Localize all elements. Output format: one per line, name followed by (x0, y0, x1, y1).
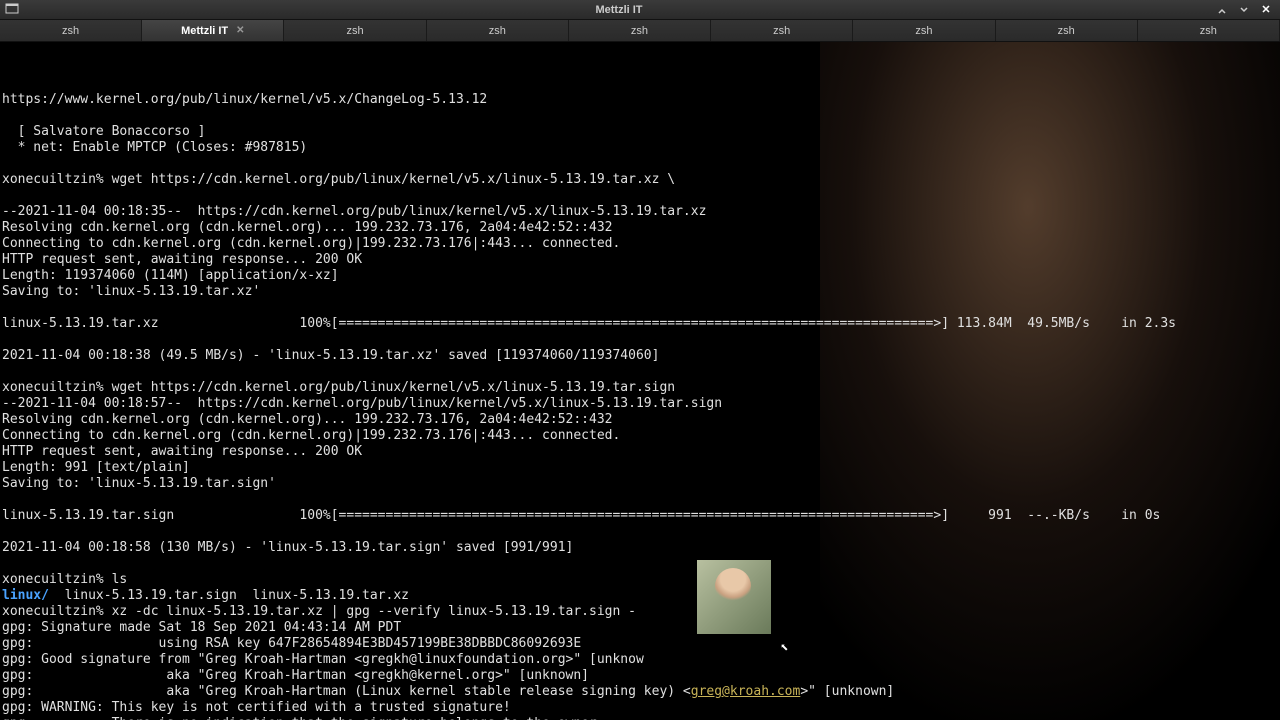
tab-zsh-6[interactable]: zsh (853, 20, 995, 41)
terminal-line: Saving to: 'linux-5.13.19.tar.xz' (2, 284, 1278, 300)
terminal-line: xonecuiltzin% wget https://cdn.kernel.or… (2, 172, 1278, 188)
terminal-line: 2021-11-04 00:18:38 (49.5 MB/s) - 'linux… (2, 348, 1278, 364)
tab-zsh-5[interactable]: zsh (711, 20, 853, 41)
terminal-line (2, 108, 1278, 124)
terminal-line: gpg: aka "Greg Kroah-Hartman (Linux kern… (2, 684, 1278, 700)
terminal-line: gpg: WARNING: This key is not certified … (2, 700, 1278, 716)
terminal-line (2, 332, 1278, 348)
terminal-line: Length: 119374060 (114M) [application/x-… (2, 268, 1278, 284)
tab-zsh-7[interactable]: zsh (996, 20, 1138, 41)
terminal-line: xonecuiltzin% wget https://cdn.kernel.or… (2, 380, 1278, 396)
terminal-line: Resolving cdn.kernel.org (cdn.kernel.org… (2, 220, 1278, 236)
tab-close-icon[interactable]: ✕ (236, 25, 244, 36)
terminal-line: --2021-11-04 00:18:35-- https://cdn.kern… (2, 204, 1278, 220)
titlebar: Mettzli IT ✕ (0, 0, 1280, 20)
close-button[interactable]: ✕ (1258, 3, 1274, 17)
maximize-button[interactable] (1236, 3, 1252, 17)
terminal-line (2, 156, 1278, 172)
terminal-line (2, 524, 1278, 540)
terminal-line: https://www.kernel.org/pub/linux/kernel/… (2, 92, 1278, 108)
tab-zsh-2[interactable]: zsh (284, 20, 426, 41)
terminal-line: gpg: There is no indication that the sig… (2, 716, 1278, 720)
terminal-line: Length: 991 [text/plain] (2, 460, 1278, 476)
terminal-line: xonecuiltzin% xz -dc linux-5.13.19.tar.x… (2, 604, 1278, 620)
minimize-button[interactable] (1214, 3, 1230, 17)
terminal-line: HTTP request sent, awaiting response... … (2, 444, 1278, 460)
tab-active[interactable]: Mettzli IT✕ (142, 20, 284, 41)
terminal-line (2, 364, 1278, 380)
terminal-line: * net: Enable MPTCP (Closes: #987815) (2, 140, 1278, 156)
terminal-line: Connecting to cdn.kernel.org (cdn.kernel… (2, 236, 1278, 252)
tab-zsh-0[interactable]: zsh (0, 20, 142, 41)
terminal-line: gpg: Good signature from "Greg Kroah-Har… (2, 652, 1278, 668)
app-icon (0, 2, 24, 17)
terminal-line: Connecting to cdn.kernel.org (cdn.kernel… (2, 428, 1278, 444)
terminal-line: linux/ linux-5.13.19.tar.sign linux-5.13… (2, 588, 1278, 604)
terminal-line (2, 300, 1278, 316)
window-title: Mettzli IT (24, 4, 1214, 16)
photo-thumbnail (695, 558, 773, 636)
terminal-line (2, 492, 1278, 508)
terminal-line: gpg: using RSA key 647F28654894E3BD45719… (2, 636, 1278, 652)
terminal-viewport[interactable]: https://www.kernel.org/pub/linux/kernel/… (0, 42, 1280, 720)
terminal-line: linux-5.13.19.tar.sign 100%[============… (2, 508, 1278, 524)
terminal-line: --2021-11-04 00:18:57-- https://cdn.kern… (2, 396, 1278, 412)
tab-zsh-3[interactable]: zsh (427, 20, 569, 41)
terminal-line: 2021-11-04 00:18:58 (130 MB/s) - 'linux-… (2, 540, 1278, 556)
terminal-line: gpg: aka "Greg Kroah-Hartman <gregkh@ker… (2, 668, 1278, 684)
terminal-line (2, 556, 1278, 572)
terminal-line: linux-5.13.19.tar.xz 100%[==============… (2, 316, 1278, 332)
terminal-line: HTTP request sent, awaiting response... … (2, 252, 1278, 268)
tab-zsh-4[interactable]: zsh (569, 20, 711, 41)
terminal-line (2, 188, 1278, 204)
tab-bar: zsh Mettzli IT✕ zsh zsh zsh zsh zsh zsh … (0, 20, 1280, 42)
terminal-line: Saving to: 'linux-5.13.19.tar.sign' (2, 476, 1278, 492)
terminal-line: xonecuiltzin% ls (2, 572, 1278, 588)
terminal-line: [ Salvatore Bonaccorso ] (2, 124, 1278, 140)
tab-zsh-8[interactable]: zsh (1138, 20, 1280, 41)
mouse-cursor-icon: ⬉ (780, 640, 788, 656)
terminal-line: Resolving cdn.kernel.org (cdn.kernel.org… (2, 412, 1278, 428)
terminal-line: gpg: Signature made Sat 18 Sep 2021 04:4… (2, 620, 1278, 636)
